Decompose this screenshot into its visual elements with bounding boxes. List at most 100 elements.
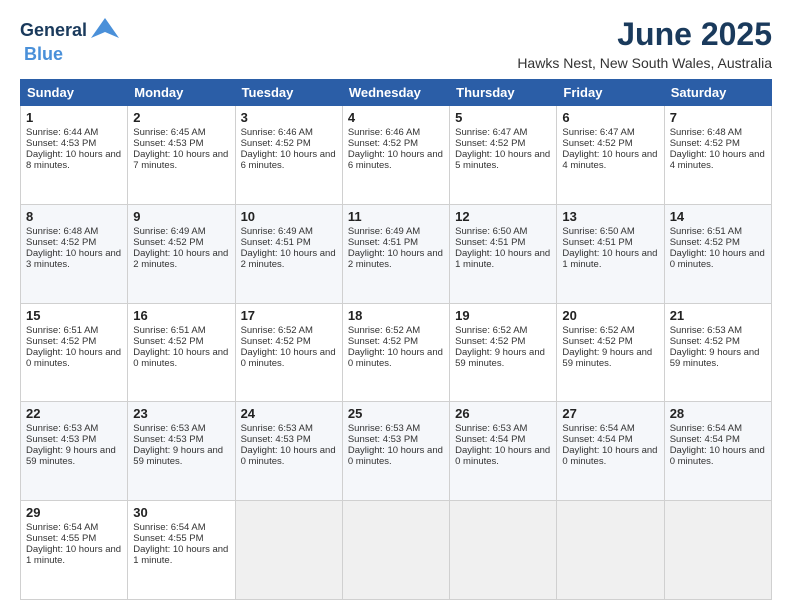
sunrise-text: Sunrise: 6:45 AM	[133, 127, 205, 138]
week-row-4: 22Sunrise: 6:53 AMSunset: 4:53 PMDayligh…	[21, 402, 772, 501]
calendar-cell: 12Sunrise: 6:50 AMSunset: 4:51 PMDayligh…	[450, 204, 557, 303]
sunset-text: Sunset: 4:52 PM	[26, 237, 96, 248]
sunset-text: Sunset: 4:55 PM	[26, 533, 96, 544]
sunrise-text: Sunrise: 6:53 AM	[670, 325, 742, 336]
sunset-text: Sunset: 4:54 PM	[670, 434, 740, 445]
day-number: 5	[455, 110, 551, 125]
daylight-text: Daylight: 10 hours and 0 minutes.	[348, 347, 443, 369]
day-number: 26	[455, 406, 551, 421]
calendar-cell	[557, 501, 664, 600]
sunrise-text: Sunrise: 6:53 AM	[455, 423, 527, 434]
daylight-text: Daylight: 10 hours and 1 minute.	[562, 248, 657, 270]
week-row-5: 29Sunrise: 6:54 AMSunset: 4:55 PMDayligh…	[21, 501, 772, 600]
sunrise-text: Sunrise: 6:52 AM	[241, 325, 313, 336]
daylight-text: Daylight: 9 hours and 59 minutes.	[133, 445, 223, 467]
page: General Blue June 2025 Hawks Nest, New S…	[0, 0, 792, 612]
sunrise-text: Sunrise: 6:53 AM	[26, 423, 98, 434]
sunrise-text: Sunrise: 6:52 AM	[562, 325, 634, 336]
day-number: 4	[348, 110, 444, 125]
sunset-text: Sunset: 4:52 PM	[241, 138, 311, 149]
daylight-text: Daylight: 9 hours and 59 minutes.	[26, 445, 116, 467]
calendar-cell: 15Sunrise: 6:51 AMSunset: 4:52 PMDayligh…	[21, 303, 128, 402]
calendar-cell: 24Sunrise: 6:53 AMSunset: 4:53 PMDayligh…	[235, 402, 342, 501]
day-number: 29	[26, 505, 122, 520]
calendar-cell: 17Sunrise: 6:52 AMSunset: 4:52 PMDayligh…	[235, 303, 342, 402]
daylight-text: Daylight: 10 hours and 3 minutes.	[26, 248, 121, 270]
day-number: 17	[241, 308, 337, 323]
calendar-title: June 2025	[517, 16, 772, 53]
daylight-text: Daylight: 10 hours and 7 minutes.	[133, 149, 228, 171]
calendar-cell: 18 Sunrise: 6:52 AMSunset: 4:52 PMDayligh…	[342, 303, 449, 402]
sunset-text: Sunset: 4:53 PM	[133, 138, 203, 149]
day-number: 22	[26, 406, 122, 421]
calendar-cell	[235, 501, 342, 600]
calendar-cell: 7Sunrise: 6:48 AMSunset: 4:52 PMDaylight…	[664, 106, 771, 205]
sunset-text: Sunset: 4:52 PM	[348, 336, 418, 347]
daylight-text: Daylight: 10 hours and 1 minute.	[26, 544, 121, 566]
daylight-text: Daylight: 9 hours and 59 minutes.	[562, 347, 652, 369]
sunset-text: Sunset: 4:52 PM	[670, 138, 740, 149]
calendar-cell: 16Sunrise: 6:51 AMSunset: 4:52 PMDayligh…	[128, 303, 235, 402]
sunrise-text: Sunrise: 6:46 AM	[241, 127, 313, 138]
calendar-cell	[342, 501, 449, 600]
day-number: 27	[562, 406, 658, 421]
daylight-text: Daylight: 10 hours and 0 minutes.	[348, 445, 443, 467]
daylight-text: Daylight: 10 hours and 0 minutes.	[670, 248, 765, 270]
sunset-text: Sunset: 4:53 PM	[241, 434, 311, 445]
day-number: 12	[455, 209, 551, 224]
calendar-cell: 4Sunrise: 6:46 AMSunset: 4:52 PMDaylight…	[342, 106, 449, 205]
day-number: 7	[670, 110, 766, 125]
sunrise-text: Sunrise: 6:54 AM	[133, 522, 205, 533]
day-number: 1	[26, 110, 122, 125]
sunset-text: Sunset: 4:53 PM	[133, 434, 203, 445]
day-number: 15	[26, 308, 122, 323]
sunset-text: Sunset: 4:51 PM	[562, 237, 632, 248]
day-number: 28	[670, 406, 766, 421]
header-friday: Friday	[557, 80, 664, 106]
daylight-text: Daylight: 9 hours and 59 minutes.	[670, 347, 760, 369]
sunrise-text: Sunrise: 6:54 AM	[562, 423, 634, 434]
daylight-text: Daylight: 10 hours and 0 minutes.	[670, 445, 765, 467]
sunrise-text: Sunrise: 6:54 AM	[670, 423, 742, 434]
sunrise-text: Sunrise: 6:53 AM	[133, 423, 205, 434]
calendar-cell: 11Sunrise: 6:49 AMSunset: 4:51 PMDayligh…	[342, 204, 449, 303]
sunrise-text: Sunrise: 6:53 AM	[241, 423, 313, 434]
sunset-text: Sunset: 4:52 PM	[562, 336, 632, 347]
day-number: 20	[562, 308, 658, 323]
sunset-text: Sunset: 4:52 PM	[455, 138, 525, 149]
day-number: 9	[133, 209, 229, 224]
day-number: 2	[133, 110, 229, 125]
day-number: 16	[133, 308, 229, 323]
header: General Blue June 2025 Hawks Nest, New S…	[20, 16, 772, 71]
logo-general: General	[20, 20, 87, 41]
daylight-text: Daylight: 10 hours and 5 minutes.	[455, 149, 550, 171]
sunset-text: Sunset: 4:53 PM	[26, 138, 96, 149]
sunset-text: Sunset: 4:53 PM	[348, 434, 418, 445]
header-wednesday: Wednesday	[342, 80, 449, 106]
daylight-text: Daylight: 10 hours and 1 minute.	[133, 544, 228, 566]
day-number: 3	[241, 110, 337, 125]
calendar-cell: 13Sunrise: 6:50 AMSunset: 4:51 PMDayligh…	[557, 204, 664, 303]
sunrise-text: Sunrise: 6:51 AM	[26, 325, 98, 336]
day-number: 18	[348, 308, 444, 323]
calendar-cell: 5 Sunrise: 6:47 AMSunset: 4:52 PMDaylight…	[450, 106, 557, 205]
daylight-text: Daylight: 10 hours and 4 minutes.	[670, 149, 765, 171]
logo: General Blue	[20, 16, 119, 65]
sunset-text: Sunset: 4:54 PM	[562, 434, 632, 445]
header-tuesday: Tuesday	[235, 80, 342, 106]
daylight-text: Daylight: 10 hours and 0 minutes.	[133, 347, 228, 369]
sunrise-text: Sunrise: 6:50 AM	[455, 226, 527, 237]
calendar-subtitle: Hawks Nest, New South Wales, Australia	[517, 55, 772, 71]
calendar-header-row: Sunday Monday Tuesday Wednesday Thursday…	[21, 80, 772, 106]
calendar-table: Sunday Monday Tuesday Wednesday Thursday…	[20, 79, 772, 600]
sunset-text: Sunset: 4:52 PM	[133, 237, 203, 248]
calendar-cell: 22Sunrise: 6:53 AMSunset: 4:53 PMDayligh…	[21, 402, 128, 501]
sunset-text: Sunset: 4:52 PM	[26, 336, 96, 347]
sunrise-text: Sunrise: 6:52 AM	[348, 325, 420, 336]
sunrise-text: Sunrise: 6:47 AM	[455, 127, 527, 138]
sunset-text: Sunset: 4:52 PM	[670, 237, 740, 248]
day-number: 14	[670, 209, 766, 224]
day-number: 24	[241, 406, 337, 421]
logo-bird-icon	[91, 16, 119, 44]
day-number: 21	[670, 308, 766, 323]
